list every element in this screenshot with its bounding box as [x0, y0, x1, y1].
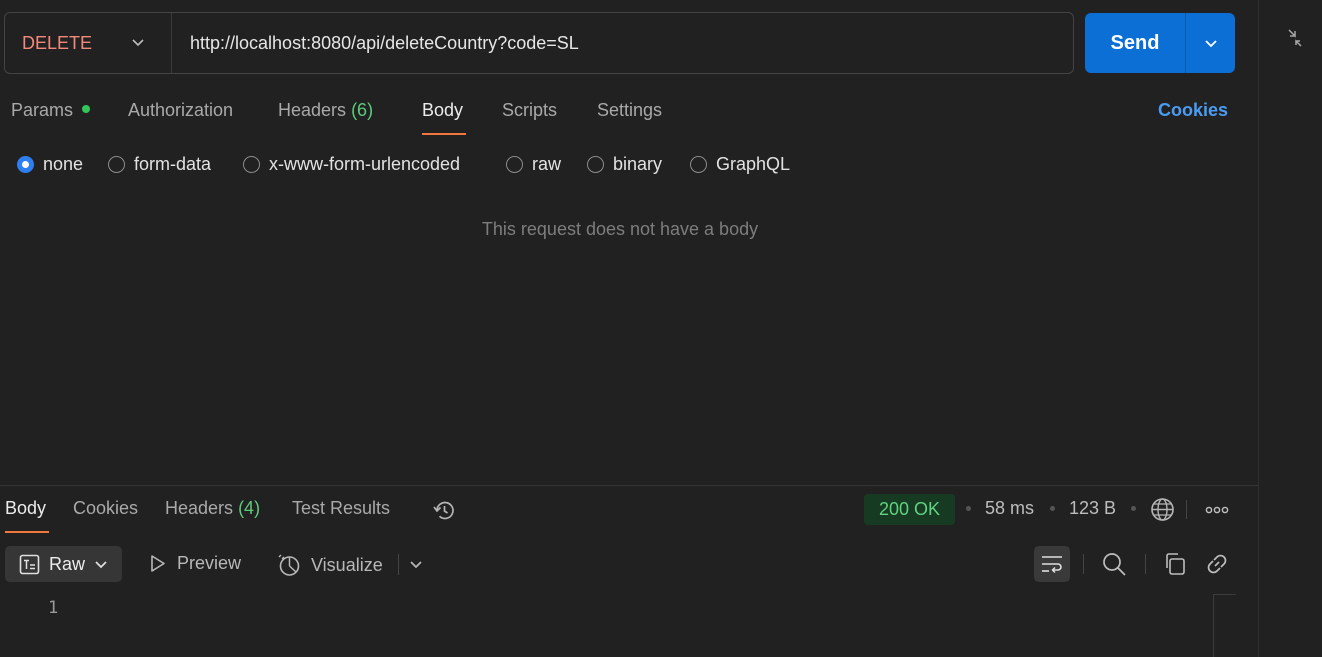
vertical-separator: [1145, 554, 1146, 574]
chevron-down-icon: [132, 39, 144, 47]
method-selector[interactable]: DELETE: [5, 13, 172, 73]
radio-urlencoded[interactable]: x-www-form-urlencoded: [243, 154, 460, 175]
radio-none[interactable]: none: [17, 154, 83, 175]
vertical-separator: [1186, 500, 1187, 519]
tab-scripts[interactable]: Scripts: [502, 100, 557, 121]
radio-none-label: none: [43, 154, 84, 174]
tab-body[interactable]: Body: [422, 100, 463, 121]
format-selector[interactable]: Raw: [5, 546, 122, 582]
response-tab-cookies[interactable]: Cookies: [73, 498, 138, 519]
empty-body-message: This request does not have a body: [481, 219, 759, 239]
response-active-tab-underline: [5, 531, 49, 533]
radio-form-data-label: form-data: [134, 154, 212, 174]
more-icon[interactable]: [1205, 504, 1229, 516]
send-button[interactable]: Send: [1085, 13, 1186, 73]
visualize-button[interactable]: Visualize: [277, 553, 383, 577]
search-icon[interactable]: [1101, 551, 1127, 577]
vertical-separator: [398, 554, 399, 575]
params-indicator-dot: [82, 105, 91, 114]
response-size[interactable]: 123 B: [1069, 498, 1116, 519]
radio-binary-label: binary: [613, 154, 663, 174]
radio-graphql[interactable]: GraphQL: [690, 154, 790, 175]
radio-binary[interactable]: binary: [587, 154, 662, 175]
tab-params-label: Params: [11, 100, 74, 120]
status-badge[interactable]: 200 OK: [864, 494, 955, 525]
radio-raw-label: raw: [532, 154, 562, 174]
tab-headers[interactable]: Headers (6): [278, 100, 373, 121]
response-tab-headers[interactable]: Headers (4): [165, 498, 260, 519]
radio-circle: [506, 156, 523, 173]
send-button-group: Send: [1085, 13, 1235, 73]
chevron-down-icon[interactable]: [409, 557, 423, 571]
active-tab-underline: [422, 133, 466, 135]
radio-form-data[interactable]: form-data: [108, 154, 211, 175]
response-tab-headers-count: (4): [238, 498, 261, 518]
response-time[interactable]: 58 ms: [985, 498, 1034, 519]
radio-circle: [243, 156, 260, 173]
postman-request-pane: DELETE Send Params Authorization Headers…: [0, 0, 1258, 657]
radio-circle: [108, 156, 125, 173]
collapse-icon[interactable]: [1286, 27, 1304, 49]
visualize-label: Visualize: [311, 554, 383, 575]
response-divider[interactable]: [0, 485, 1258, 486]
tab-authorization[interactable]: Authorization: [128, 100, 233, 121]
radio-raw[interactable]: raw: [506, 154, 561, 175]
link-icon[interactable]: [1205, 552, 1229, 576]
vertical-separator: [1083, 554, 1084, 574]
right-sidebar-rail: [1258, 0, 1322, 657]
globe-icon[interactable]: [1150, 497, 1175, 522]
chevron-down-icon: [1204, 40, 1217, 48]
preview-button[interactable]: Preview: [149, 553, 241, 574]
wrap-lines-button[interactable]: [1034, 546, 1070, 582]
history-icon[interactable]: [432, 498, 457, 523]
response-tab-body[interactable]: Body: [5, 498, 46, 519]
tab-settings[interactable]: Settings: [597, 100, 662, 121]
method-label: DELETE: [22, 32, 93, 53]
response-tab-test-results[interactable]: Test Results: [292, 498, 390, 519]
radio-graphql-label: GraphQL: [716, 154, 791, 174]
tab-params[interactable]: Params: [11, 100, 91, 121]
url-bar: DELETE: [4, 12, 1074, 74]
preview-label: Preview: [177, 553, 242, 573]
chevron-down-icon: [95, 561, 107, 569]
visualize-icon: [278, 554, 300, 576]
format-label: Raw: [49, 553, 86, 574]
radio-circle: [587, 156, 604, 173]
url-input[interactable]: [172, 13, 1073, 73]
response-tab-headers-label: Headers: [165, 498, 234, 518]
separator-dot: [1131, 506, 1136, 511]
radio-circle: [690, 156, 707, 173]
cookies-link[interactable]: Cookies: [1158, 100, 1228, 121]
radio-urlencoded-label: x-www-form-urlencoded: [269, 154, 461, 174]
raw-format-icon: [19, 554, 40, 574]
radio-circle-selected: [17, 156, 34, 173]
line-number: 1: [48, 598, 59, 618]
tab-headers-count: (6): [351, 100, 374, 120]
play-icon: [151, 555, 165, 572]
send-options-button[interactable]: [1186, 13, 1235, 73]
tab-headers-label: Headers: [278, 100, 347, 120]
wrap-lines-icon: [1042, 556, 1062, 574]
copy-icon[interactable]: [1163, 552, 1187, 576]
scrollbar-track[interactable]: [1213, 594, 1236, 657]
separator-dot: [966, 506, 971, 511]
separator-dot: [1050, 506, 1055, 511]
